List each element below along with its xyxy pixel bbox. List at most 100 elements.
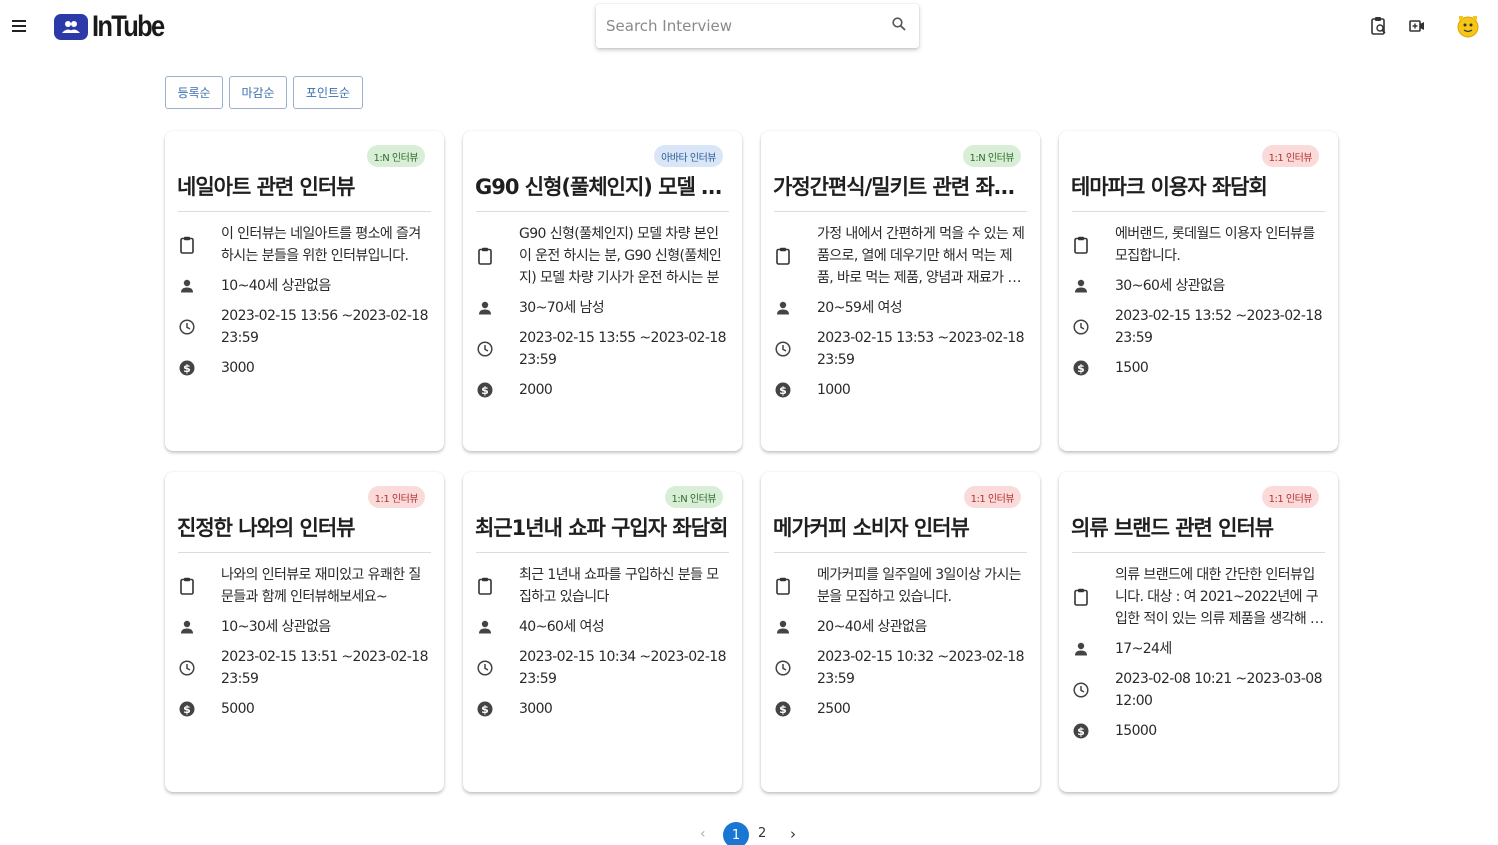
divider — [476, 552, 729, 553]
divider — [1072, 552, 1325, 553]
interview-type-badge: 1:1 인터뷰 — [1261, 486, 1319, 508]
coin-icon: $ — [774, 382, 792, 398]
clipboard-icon — [774, 247, 792, 265]
divider — [178, 211, 431, 212]
card-point: 2000 — [519, 382, 553, 398]
svg-text:$: $ — [779, 384, 787, 397]
card-title: 네일아트 관련 인터뷰 — [177, 175, 356, 199]
clipboard-search-icon[interactable] — [1370, 16, 1388, 36]
clipboard-icon — [1072, 236, 1090, 254]
svg-text:$: $ — [481, 703, 489, 716]
card-target: 20~59세 여성 — [817, 300, 903, 316]
divider — [1072, 211, 1325, 212]
card-description: 나와의 인터뷰로 재미있고 유쾌한 질문들과 함께 인터뷰해보세요~ — [221, 567, 421, 605]
interview-card[interactable]: 1:N 인터뷰가정간편식/밀키트 관련 좌담회가정 내에서 간편하게 먹을 수 … — [761, 131, 1040, 451]
card-details: G90 신형(풀체인지) 모델 차량 본인이 운전 하시는 분, G90 신형(… — [476, 223, 729, 409]
interview-card[interactable]: 1:1 인터뷰 진정한 나와의 인터뷰 나와의 인터뷰로 재미있고 유쾌한 질문들과… — [165, 472, 444, 792]
clipboard-icon — [774, 577, 792, 595]
card-period: 2023-02-15 10:32 ~2023-02-18 23:59 — [817, 649, 1025, 687]
interview-card[interactable]: 1:1 인터뷰의류 브랜드 관련 인터뷰의류 브랜드에 대한 간단한 인터뷰입니… — [1059, 472, 1338, 792]
card-point: 1500 — [1115, 360, 1149, 376]
app-header: InTube — [0, 0, 1498, 54]
card-target: 10~40세 상관없음 — [221, 278, 331, 294]
clipboard-icon — [178, 236, 196, 254]
coin-icon: $ — [1072, 360, 1090, 376]
interview-card[interactable]: 1:N 인터뷰 네일아트 관련 인터뷰 이 인터뷰는 네일아트를 평소에 즐겨 하시… — [165, 131, 444, 451]
clock-icon — [774, 341, 792, 357]
card-period: 2023-02-15 13:52 ~2023-02-18 23:59 — [1115, 308, 1323, 346]
sort-by-point-button[interactable]: 포인트순 — [293, 76, 363, 109]
card-title: G90 신형(풀체인지) 모델 차량 본인 — [475, 175, 730, 199]
card-point: 1000 — [817, 382, 851, 398]
person-icon — [774, 620, 792, 634]
divider — [774, 552, 1027, 553]
interview-card[interactable]: 아바타 인터뷰 G90 신형(풀체인지) 모델 차량 본인 G90 신형(풀체인지)… — [463, 131, 742, 451]
search-icon[interactable] — [892, 17, 906, 31]
search-input[interactable] — [606, 14, 876, 38]
card-description: 가정 내에서 간편하게 먹을 수 있는 제품으로, 열에 데우기만 해서 먹는 … — [817, 226, 1025, 286]
page-1-button[interactable]: 1 — [723, 822, 749, 845]
interview-card[interactable]: 1:1 인터뷰메가커피 소비자 인터뷰메가커피를 일주일에 3일이상 가시는 분… — [761, 472, 1040, 792]
page-2-button[interactable]: 2 — [758, 826, 766, 841]
svg-text:$: $ — [183, 703, 191, 716]
clipboard-icon — [1072, 588, 1090, 606]
interview-type-badge: 1:N 인터뷰 — [962, 145, 1021, 167]
clock-icon — [476, 341, 494, 357]
video-add-icon[interactable] — [1409, 19, 1425, 33]
card-details: 메가커피를 일주일에 3일이상 가시는 분을 모집하고 있습니다. 20~40세 … — [774, 564, 1027, 728]
card-period: 2023-02-15 13:56 ~2023-02-18 23:59 — [221, 308, 429, 346]
interview-type-badge: 1:1 인터뷰 — [963, 486, 1021, 508]
clock-icon — [1072, 319, 1090, 335]
card-details: 이 인터뷰는 네일아트를 평소에 즐겨 하시는 분들을 위한 인터뷰입니다. 10… — [178, 223, 431, 387]
clipboard-icon — [476, 577, 494, 595]
avatar[interactable] — [1456, 13, 1480, 41]
card-details: 가정 내에서 간편하게 먹을 수 있는 제품으로, 열에 데우기만 해서 먹는 … — [774, 223, 1027, 409]
sort-by-deadline-button[interactable]: 마감순 — [229, 76, 287, 109]
interview-type-badge: 1:1 인터뷰 — [367, 486, 425, 508]
card-title: 메가커피 소비자 인터뷰 — [773, 516, 970, 540]
card-details: 의류 브랜드에 대한 간단한 인터뷰입니다. 대상 : 여 2021~2022년… — [1072, 564, 1325, 750]
person-icon — [774, 301, 792, 315]
card-description: 의류 브랜드에 대한 간단한 인터뷰입니다. 대상 : 여 2021~2022년… — [1115, 567, 1323, 627]
svg-text:$: $ — [1077, 725, 1085, 738]
interview-card[interactable]: 1:N 인터뷰최근1년내 쇼파 구입자 좌담회최근 1년내 쇼파를 구입하신 분… — [463, 472, 742, 792]
card-target: 30~70세 남성 — [519, 300, 605, 316]
card-period: 2023-02-15 13:55 ~2023-02-18 23:59 — [519, 330, 727, 368]
coin-icon: $ — [178, 360, 196, 376]
card-title: 의류 브랜드 관련 인터뷰 — [1071, 516, 1274, 540]
interview-type-badge: 1:N 인터뷰 — [664, 486, 723, 508]
card-period: 2023-02-15 13:53 ~2023-02-18 23:59 — [817, 330, 1025, 368]
interview-type-badge: 아바타 인터뷰 — [654, 145, 723, 167]
clipboard-icon — [178, 577, 196, 595]
card-title: 최근1년내 쇼파 구입자 좌담회 — [475, 516, 728, 540]
divider — [774, 211, 1027, 212]
card-point: 3000 — [519, 701, 553, 717]
next-page-icon[interactable]: › — [790, 825, 796, 843]
prev-page-icon[interactable]: ‹ — [700, 826, 706, 842]
divider — [178, 552, 431, 553]
clock-icon — [476, 660, 494, 676]
interview-card[interactable]: 1:1 인터뷰 테마파크 이용자 좌담회 에버랜드, 롯데월드 이용자 인터뷰를 모… — [1059, 131, 1338, 451]
card-details: 에버랜드, 롯데월드 이용자 인터뷰를 모집합니다. 30~60세 상관없음 202… — [1072, 223, 1325, 387]
coin-icon: $ — [476, 382, 494, 398]
person-icon — [476, 620, 494, 634]
search-box — [596, 4, 919, 48]
card-target: 30~60세 상관없음 — [1115, 278, 1225, 294]
menu-icon[interactable] — [10, 17, 30, 37]
coin-icon: $ — [476, 701, 494, 717]
card-point: 5000 — [221, 701, 255, 717]
logo[interactable]: InTube — [54, 10, 176, 43]
card-title: 가정간편식/밀키트 관련 좌담회 — [773, 175, 1028, 199]
sort-by-registration-button[interactable]: 등록순 — [165, 76, 223, 109]
card-details: 최근 1년내 쇼파를 구입하신 분들 모집하고 있습니다 40~60세 여성 202… — [476, 564, 729, 728]
interview-type-badge: 1:1 인터뷰 — [1261, 145, 1319, 167]
clipboard-icon — [476, 247, 494, 265]
card-target: 40~60세 여성 — [519, 619, 605, 635]
card-description: 메가커피를 일주일에 3일이상 가시는 분을 모집하고 있습니다. — [817, 567, 1022, 605]
card-description: 에버랜드, 롯데월드 이용자 인터뷰를 모집합니다. — [1115, 226, 1315, 264]
person-icon — [178, 279, 196, 293]
card-point: 3000 — [221, 360, 255, 376]
coin-icon: $ — [178, 701, 196, 717]
svg-text:$: $ — [481, 384, 489, 397]
clock-icon — [178, 660, 196, 676]
